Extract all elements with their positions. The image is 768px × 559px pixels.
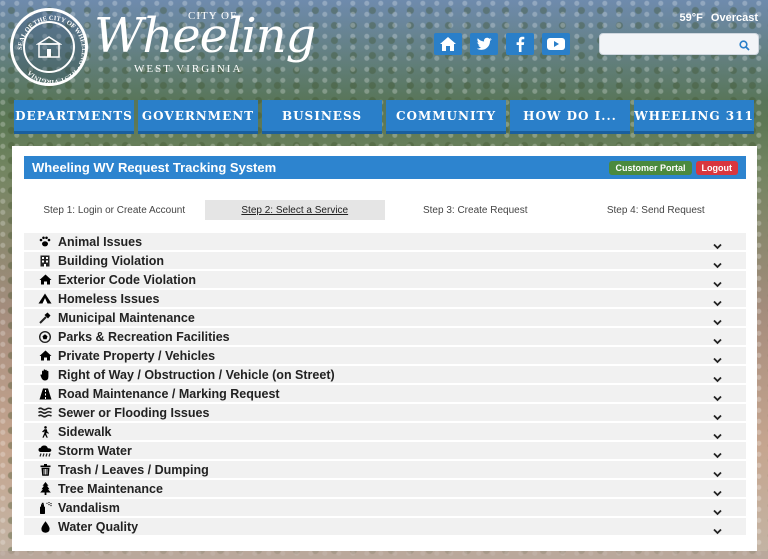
hand-icon (38, 368, 52, 381)
service-homeless-issues[interactable]: Homeless Issues (24, 290, 746, 307)
trash-icon (38, 463, 52, 476)
service-parks-recreation[interactable]: Parks & Recreation Facilities (24, 328, 746, 345)
service-building-violation[interactable]: Building Violation (24, 252, 746, 269)
water-waves-icon (38, 407, 52, 418)
nav-wheeling-311[interactable]: WHEELING 311 (634, 100, 754, 134)
service-label: Animal Issues (58, 234, 143, 249)
service-private-property[interactable]: Private Property / Vehicles (24, 347, 746, 364)
service-label: Road Maintenance / Marking Request (58, 386, 280, 401)
request-tracking-panel: Wheeling WV Request Tracking System Cust… (12, 146, 757, 551)
service-storm-water[interactable]: Storm Water (24, 442, 746, 459)
weather-temp: 59°F (679, 12, 703, 24)
tree-icon (38, 482, 52, 495)
chevron-down-icon[interactable] (713, 522, 722, 540)
nav-how-do-i[interactable]: HOW DO I... (510, 100, 630, 134)
step-indicator: Step 1: Login or Create Account Step 2: … (24, 200, 746, 220)
search-input[interactable] (600, 34, 742, 54)
logo-west-virginia: WEST VIRGINIA (134, 63, 243, 75)
service-animal-issues[interactable]: Animal Issues (24, 233, 746, 250)
search-box (599, 33, 759, 55)
service-label: Municipal Maintenance (58, 310, 195, 325)
panel-titlebar: Wheeling WV Request Tracking System Cust… (24, 156, 746, 179)
house-icon (38, 274, 52, 285)
service-label: Exterior Code Violation (58, 272, 196, 287)
droplet-icon (38, 520, 52, 533)
service-label: Vandalism (58, 500, 120, 515)
seal-ring: SEAL OF THE CITY OF WHEELING • WEST VIRG… (17, 15, 87, 85)
house-icon (38, 350, 52, 361)
service-trash-leaves-dumping[interactable]: Trash / Leaves / Dumping (24, 461, 746, 478)
city-seal-logo[interactable]: SEAL OF THE CITY OF WHEELING • WEST VIRG… (10, 8, 88, 86)
svg-text:SEAL OF THE CITY OF WHEELING •: SEAL OF THE CITY OF WHEELING • WEST VIRG… (17, 15, 87, 85)
nav-business[interactable]: BUSINESS (262, 100, 382, 134)
service-exterior-code-violation[interactable]: Exterior Code Violation (24, 271, 746, 288)
logout-button[interactable]: Logout (695, 160, 738, 175)
search-icon[interactable] (739, 38, 750, 56)
service-label: Building Violation (58, 253, 165, 268)
step-3: Step 3: Create Request (422, 204, 528, 216)
walking-icon (38, 425, 52, 438)
footer-background (0, 551, 768, 559)
service-tree-maintenance[interactable]: Tree Maintenance (24, 480, 746, 497)
service-vandalism[interactable]: Vandalism (24, 499, 746, 516)
soccer-ball-icon (38, 330, 52, 343)
service-label: Homeless Issues (58, 291, 160, 306)
service-label: Trash / Leaves / Dumping (58, 462, 209, 477)
youtube-icon[interactable] (542, 33, 570, 55)
logo-wheeling[interactable]: Wheeling (94, 8, 316, 64)
service-label: Sidewalk (58, 424, 112, 439)
service-list: Animal Issues Building Violation Exterio… (24, 233, 746, 537)
nav-departments[interactable]: DEPARTMENTS (14, 100, 134, 134)
site-header: SEAL OF THE CITY OF WHEELING • WEST VIRG… (0, 0, 768, 96)
service-label: Private Property / Vehicles (58, 348, 216, 363)
service-water-quality[interactable]: Water Quality (24, 518, 746, 535)
nav-community[interactable]: COMMUNITY (386, 100, 506, 134)
service-road-maintenance[interactable]: Road Maintenance / Marking Request (24, 385, 746, 402)
step-4: Step 4: Send Request (606, 204, 705, 216)
service-sidewalk[interactable]: Sidewalk (24, 423, 746, 440)
service-right-of-way[interactable]: Right of Way / Obstruction / Vehicle (on… (24, 366, 746, 383)
twitter-icon[interactable] (470, 33, 498, 55)
spray-can-icon (38, 501, 52, 514)
road-icon (38, 388, 52, 400)
service-label: Sewer or Flooding Issues (58, 405, 210, 420)
customer-portal-button[interactable]: Customer Portal (609, 160, 692, 175)
building-icon (38, 255, 52, 267)
service-sewer-flooding[interactable]: Sewer or Flooding Issues (24, 404, 746, 421)
weather-widget: 59°F Overcast (672, 12, 758, 24)
step-2-active[interactable]: Step 2: Select a Service (204, 200, 385, 220)
panel-actions: Customer Portal Logout (609, 160, 738, 175)
facebook-icon[interactable] (506, 33, 534, 55)
service-label: Tree Maintenance (58, 481, 163, 496)
home-icon[interactable] (434, 33, 462, 55)
tent-icon (38, 293, 52, 304)
nav-government[interactable]: GOVERNMENT (138, 100, 258, 134)
service-label: Right of Way / Obstruction / Vehicle (on… (58, 367, 335, 382)
step-1[interactable]: Step 1: Login or Create Account (24, 200, 205, 220)
hammer-icon (38, 312, 52, 324)
social-links (434, 33, 570, 55)
paw-icon (38, 236, 52, 247)
seal-text: SEAL OF THE CITY OF WHEELING • WEST VIRG… (17, 15, 87, 85)
service-label: Storm Water (58, 443, 132, 458)
service-municipal-maintenance[interactable]: Municipal Maintenance (24, 309, 746, 326)
weather-condition: Overcast (710, 12, 758, 24)
cloud-rain-icon (38, 445, 52, 457)
panel-title: Wheeling WV Request Tracking System (32, 160, 277, 175)
service-label: Water Quality (58, 519, 139, 534)
service-label: Parks & Recreation Facilities (58, 329, 230, 344)
main-nav: DEPARTMENTS GOVERNMENT BUSINESS COMMUNIT… (14, 100, 754, 134)
